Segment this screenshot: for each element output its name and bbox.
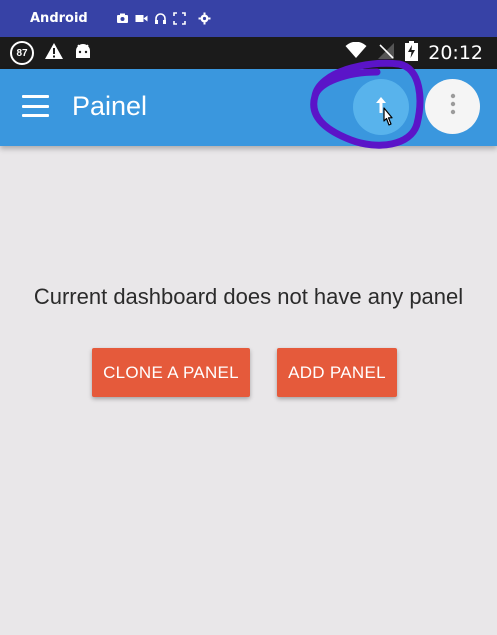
no-signal-icon — [377, 42, 395, 65]
clock: 20:12 — [428, 42, 483, 64]
warning-icon — [44, 42, 64, 65]
hamburger-menu-icon[interactable] — [22, 95, 49, 117]
app-toolbar: Painel — [0, 69, 497, 146]
fullscreen-icon[interactable] — [172, 12, 186, 25]
add-panel-button[interactable]: ADD PANEL — [277, 348, 397, 397]
battery-charging-icon — [405, 40, 419, 66]
page-title: Painel — [72, 91, 148, 121]
empty-state-message: Current dashboard does not have any pane… — [33, 284, 464, 309]
camera-icon[interactable] — [116, 12, 129, 25]
headset-icon[interactable] — [154, 12, 167, 25]
clone-panel-button[interactable]: CLONE A PANEL — [92, 348, 250, 397]
video-icon[interactable] — [135, 12, 148, 25]
wifi-icon — [345, 41, 367, 64]
more-vert-icon — [450, 93, 456, 120]
settings-icon[interactable] — [198, 12, 211, 25]
emulator-icons — [116, 12, 211, 25]
emulator-title: Android — [30, 11, 88, 26]
emulator-toolbar: Android — [0, 0, 497, 37]
arrow-up-icon — [374, 96, 388, 119]
notification-badge: 87 — [10, 41, 34, 65]
overflow-menu-button[interactable] — [425, 79, 480, 134]
upload-button[interactable] — [353, 79, 409, 135]
android-icon — [74, 42, 92, 65]
status-bar: 87 20:12 — [0, 37, 497, 69]
